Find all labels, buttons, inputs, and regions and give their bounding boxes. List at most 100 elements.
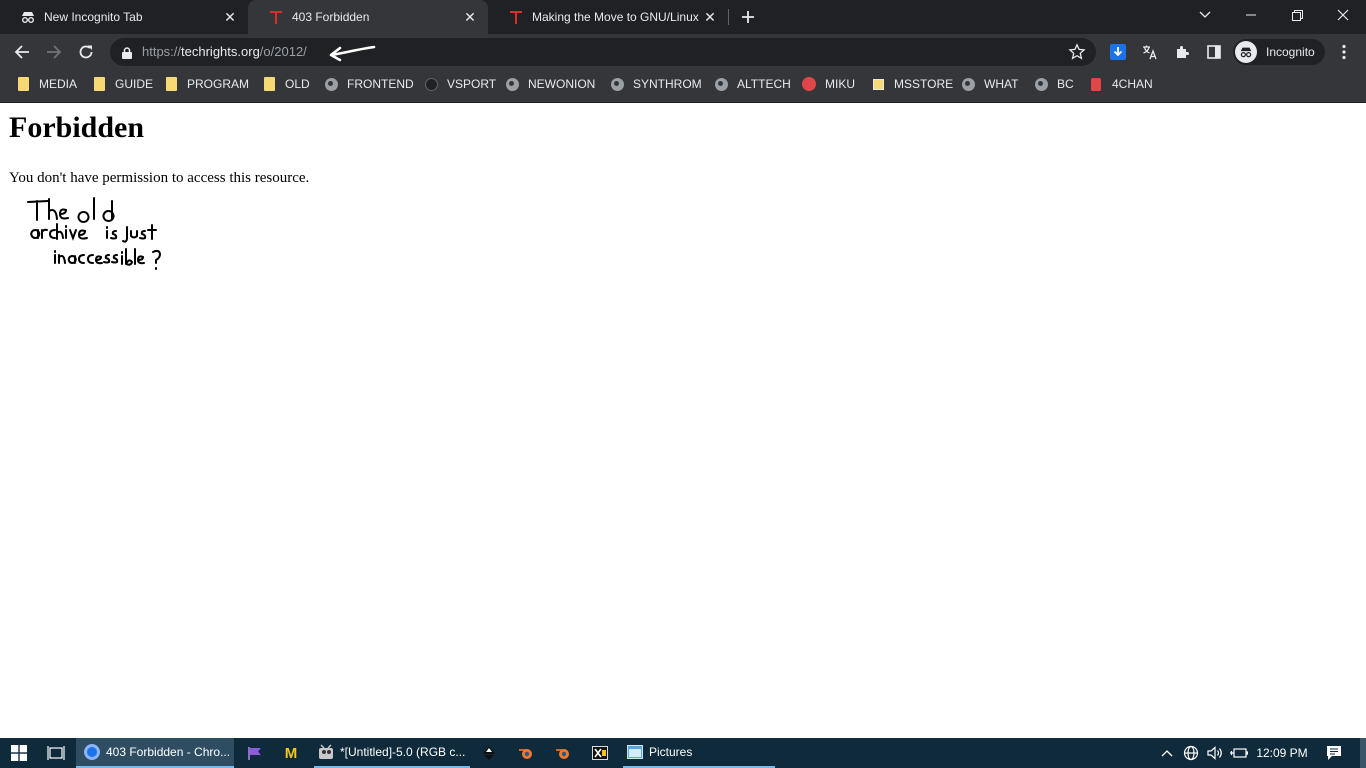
speaker-icon [1207,746,1222,760]
restore-button[interactable] [1274,0,1320,30]
action-center-button[interactable] [1320,738,1348,768]
chrome-icon [84,744,100,760]
translate-button[interactable] [1136,38,1164,66]
error-message: You don't have permission to access this… [9,170,310,186]
taskbar-blender[interactable] [509,738,543,768]
star-icon [1068,43,1086,60]
taskbar-inkscape[interactable] [472,738,506,768]
taskbar-flag-app[interactable] [238,738,272,768]
url-path: /o/2012/ [259,44,307,59]
taskbar-label: 403 Forbidden - Chro... [106,745,231,759]
taskbar-xnview[interactable] [583,738,617,768]
extensions-button[interactable] [1168,38,1196,66]
blender-icon [519,749,532,759]
taskbar-blender-2[interactable] [546,738,580,768]
volume-button[interactable] [1204,738,1226,768]
close-window-button[interactable] [1320,0,1366,30]
taskbar-m-app[interactable]: M [274,738,308,768]
show-desktop-button[interactable] [1360,738,1366,768]
battery-button[interactable] [1228,738,1250,768]
bookmark-alttech[interactable]: ALTTECH [714,70,791,98]
tab-title: Making the Move to GNU/Linux [532,10,699,24]
clock[interactable]: 12:09 PM [1254,738,1310,768]
tab-title: 403 Forbidden [292,10,370,24]
minimize-icon [1246,14,1256,16]
globe-network-icon [1183,745,1199,761]
github-icon [424,77,438,91]
bookmark-label: FRONTEND [347,77,414,91]
folder-icon [164,77,178,91]
tab-search-button[interactable] [1182,0,1228,30]
handwritten-note [27,197,162,270]
windows-logo-icon [11,745,27,761]
minimize-button[interactable] [1228,0,1274,30]
bookmark-label: WHAT [984,77,1019,91]
bookmark-4chan[interactable]: 4CHAN [1089,70,1153,98]
puzzle-icon [1177,46,1189,58]
incognito-icon [20,9,36,25]
incognito-profile-button[interactable]: Incognito [1233,39,1325,65]
bookmark-old[interactable]: OLD [262,70,310,98]
store-icon [871,77,885,91]
bookmark-star-button[interactable] [1068,43,1086,66]
bookmark-frontend[interactable]: FRONTEND [324,70,414,98]
taskbar-label: *[Untitled]-5.0 (RGB c... [340,745,466,759]
bookmark-synthrom[interactable]: SYNTHROM [610,70,702,98]
reload-button[interactable] [72,38,100,66]
bookmark-media[interactable]: MEDIA [16,70,77,98]
bookmark-label: BC [1057,77,1074,91]
back-button[interactable] [8,38,36,66]
taskbar-file-explorer[interactable]: Pictures [623,738,775,768]
download-extension-button[interactable] [1104,38,1132,66]
lock-icon[interactable] [122,46,132,64]
bookmark-label: MEDIA [39,77,78,91]
url-scheme: https:// [142,44,182,59]
plus-icon [742,11,754,23]
bookmark-newonion[interactable]: NEWONION [505,70,595,98]
globe-icon [505,77,519,91]
bookmark-msstore[interactable]: MSSTORE [871,70,953,98]
tab-403-forbidden[interactable]: 403 Forbidden ✕ [248,0,488,34]
bookmark-label: ALTTECH [737,77,791,91]
close-tab-icon[interactable]: ✕ [702,9,718,25]
translate-icon [1143,45,1157,60]
bookmark-program[interactable]: PROGRAM [164,70,249,98]
flag-app-icon [248,747,261,760]
bookmark-label: VSPORT [447,77,497,91]
bookmark-vsport[interactable]: VSPORT [424,70,496,98]
start-button[interactable] [0,738,38,768]
bookmark-bc[interactable]: BC [1034,70,1074,98]
url-text[interactable]: https://techrights.org/o/2012/ [142,38,307,66]
show-hidden-icons-button[interactable] [1156,738,1178,768]
restore-icon [1291,9,1303,21]
url-host: techrights.org [181,44,260,59]
tab-making-the-move[interactable]: Making the Move to GNU/Linux ✕ [488,0,728,34]
inkscape-icon [483,746,495,760]
gimp-icon [319,744,333,759]
address-bar[interactable]: https://techrights.org/o/2012/ [110,38,1096,66]
taskbar-chrome[interactable]: 403 Forbidden - Chro... [76,738,234,768]
taskbar-gimp[interactable]: *[Untitled]-5.0 (RGB c... [314,738,470,768]
globe-icon [324,77,338,91]
m-app-icon: M [284,744,298,762]
side-panel-button[interactable] [1200,38,1228,66]
side-panel-icon [1207,45,1221,59]
folder-icon [16,77,30,91]
bookmark-miku[interactable]: MIKU [802,70,855,98]
clock-time: 12:09 PM [1256,746,1308,760]
close-tab-icon[interactable]: ✕ [222,9,238,25]
menu-button[interactable] [1330,38,1358,66]
forward-button[interactable] [40,38,68,66]
notification-icon [1327,746,1341,760]
task-view-button[interactable] [38,738,74,768]
bookmark-what[interactable]: WHAT [961,70,1018,98]
bookmark-label: SYNTHROM [633,77,702,91]
techrights-t-icon [268,9,284,25]
new-tab-button[interactable] [734,3,762,31]
close-tab-icon[interactable]: ✕ [462,9,478,25]
bookmark-guide[interactable]: GUIDE [92,70,153,98]
bookmark-label: OLD [285,77,310,91]
tab-new-incognito[interactable]: New Incognito Tab ✕ [0,0,248,34]
network-button[interactable] [1180,738,1202,768]
close-icon [1337,9,1349,21]
